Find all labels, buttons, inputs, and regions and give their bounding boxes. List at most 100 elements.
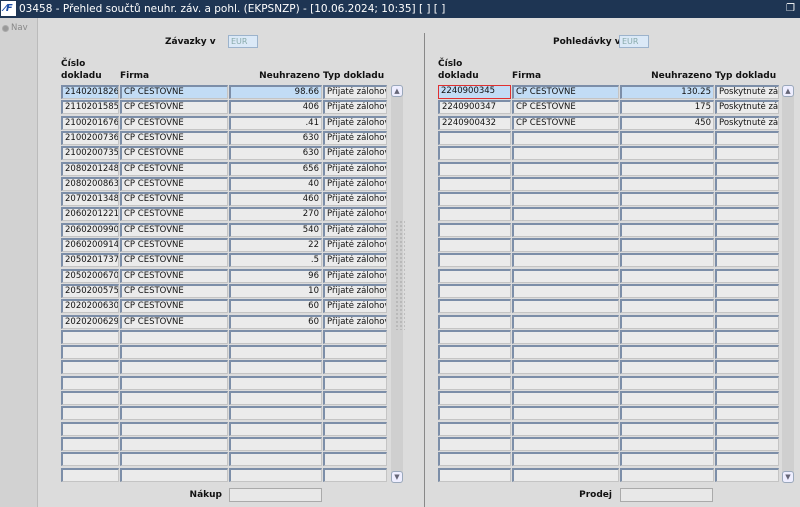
- table-cell[interactable]: 630: [229, 146, 322, 160]
- left-currency-field[interactable]: EUR: [228, 35, 258, 48]
- table-cell[interactable]: Přijaté zálohové: [323, 116, 387, 130]
- table-cell[interactable]: CP CESTOVNE: [512, 116, 619, 130]
- table-cell[interactable]: [61, 406, 119, 420]
- table-cell[interactable]: [715, 253, 779, 267]
- table-cell[interactable]: [715, 315, 779, 329]
- table-cell[interactable]: 2100200736: [61, 131, 119, 145]
- table-cell[interactable]: [620, 345, 714, 359]
- table-cell[interactable]: [323, 360, 387, 374]
- table-cell[interactable]: [512, 468, 619, 482]
- table-cell[interactable]: [61, 360, 119, 374]
- table-cell[interactable]: [620, 422, 714, 436]
- table-cell[interactable]: Přijaté zálohové: [323, 269, 387, 283]
- table-cell[interactable]: Přijaté zálohové: [323, 162, 387, 176]
- table-cell[interactable]: [229, 345, 322, 359]
- table-cell[interactable]: Poskytnuté zálo: [715, 116, 779, 130]
- table-cell[interactable]: [715, 131, 779, 145]
- table-cell[interactable]: CP CESTOVNE: [120, 116, 228, 130]
- table-cell[interactable]: CP CESTOVNE: [120, 223, 228, 237]
- table-cell[interactable]: [438, 422, 511, 436]
- table-cell[interactable]: [715, 162, 779, 176]
- table-cell[interactable]: [715, 192, 779, 206]
- table-cell[interactable]: [512, 223, 619, 237]
- table-cell[interactable]: [512, 422, 619, 436]
- table-cell[interactable]: [438, 146, 511, 160]
- table-cell[interactable]: CP CESTOVNE: [120, 177, 228, 191]
- table-cell[interactable]: 98.66: [229, 85, 322, 99]
- table-cell[interactable]: [620, 177, 714, 191]
- table-cell[interactable]: [715, 391, 779, 405]
- table-cell[interactable]: Přijaté zálohové: [323, 315, 387, 329]
- table-cell[interactable]: 2100200735: [61, 146, 119, 160]
- table-cell[interactable]: [715, 437, 779, 451]
- table-cell[interactable]: [229, 437, 322, 451]
- table-cell[interactable]: [715, 345, 779, 359]
- table-cell[interactable]: Přijaté zálohové: [323, 192, 387, 206]
- left-total-field[interactable]: [229, 488, 322, 502]
- table-cell[interactable]: [120, 406, 228, 420]
- table-cell[interactable]: 2070201348: [61, 192, 119, 206]
- table-cell[interactable]: CP CESTOVNE: [120, 269, 228, 283]
- table-cell[interactable]: [512, 284, 619, 298]
- table-cell[interactable]: Přijaté zálohové: [323, 284, 387, 298]
- table-cell[interactable]: [323, 406, 387, 420]
- table-cell[interactable]: [61, 376, 119, 390]
- table-cell[interactable]: 2050200575: [61, 284, 119, 298]
- table-cell[interactable]: [620, 207, 714, 221]
- table-cell[interactable]: [438, 452, 511, 466]
- resize-grip[interactable]: [395, 220, 405, 330]
- table-cell[interactable]: [438, 391, 511, 405]
- table-cell[interactable]: 130.25: [620, 85, 714, 99]
- table-cell[interactable]: [61, 437, 119, 451]
- table-cell[interactable]: 22: [229, 238, 322, 252]
- table-cell[interactable]: [323, 391, 387, 405]
- table-cell[interactable]: 10: [229, 284, 322, 298]
- table-cell[interactable]: 2100201676: [61, 116, 119, 130]
- table-cell[interactable]: [438, 345, 511, 359]
- table-cell[interactable]: 2060201221: [61, 207, 119, 221]
- table-cell[interactable]: Přijaté zálohové: [323, 299, 387, 313]
- table-cell[interactable]: [438, 269, 511, 283]
- table-cell[interactable]: [620, 284, 714, 298]
- table-cell[interactable]: [715, 177, 779, 191]
- table-cell[interactable]: CP CESTOVNE: [120, 207, 228, 221]
- table-cell[interactable]: CP CESTOVNE: [120, 100, 228, 114]
- table-cell[interactable]: [620, 223, 714, 237]
- table-cell[interactable]: [715, 238, 779, 252]
- table-cell[interactable]: [438, 207, 511, 221]
- table-cell[interactable]: [438, 192, 511, 206]
- table-cell[interactable]: [512, 207, 619, 221]
- table-cell[interactable]: [512, 330, 619, 344]
- table-cell[interactable]: [120, 330, 228, 344]
- table-cell[interactable]: [512, 299, 619, 313]
- table-cell[interactable]: [620, 253, 714, 267]
- table-cell[interactable]: [120, 345, 228, 359]
- table-cell[interactable]: [620, 162, 714, 176]
- table-cell[interactable]: .5: [229, 253, 322, 267]
- table-cell[interactable]: 2080200863: [61, 177, 119, 191]
- table-cell[interactable]: [715, 207, 779, 221]
- table-cell[interactable]: [438, 131, 511, 145]
- restore-window-icon[interactable]: ❐: [786, 0, 795, 18]
- table-cell[interactable]: Přijaté zálohové: [323, 253, 387, 267]
- table-cell[interactable]: [120, 376, 228, 390]
- table-cell[interactable]: [61, 422, 119, 436]
- table-cell[interactable]: [715, 422, 779, 436]
- table-cell[interactable]: [229, 376, 322, 390]
- table-cell[interactable]: [715, 376, 779, 390]
- table-cell[interactable]: [229, 452, 322, 466]
- table-cell[interactable]: [715, 299, 779, 313]
- table-cell[interactable]: Přijaté zálohové: [323, 131, 387, 145]
- table-cell[interactable]: [620, 376, 714, 390]
- table-cell[interactable]: 2060200914: [61, 238, 119, 252]
- table-cell[interactable]: CP CESTOVNE: [120, 299, 228, 313]
- table-cell[interactable]: [512, 162, 619, 176]
- table-cell[interactable]: CP CESTOVNE: [120, 253, 228, 267]
- table-cell[interactable]: [620, 131, 714, 145]
- table-cell[interactable]: [438, 315, 511, 329]
- table-cell[interactable]: [512, 131, 619, 145]
- table-cell[interactable]: CP CESTOVNE: [120, 162, 228, 176]
- table-cell[interactable]: [438, 162, 511, 176]
- table-cell[interactable]: 60: [229, 299, 322, 313]
- table-cell[interactable]: [512, 360, 619, 374]
